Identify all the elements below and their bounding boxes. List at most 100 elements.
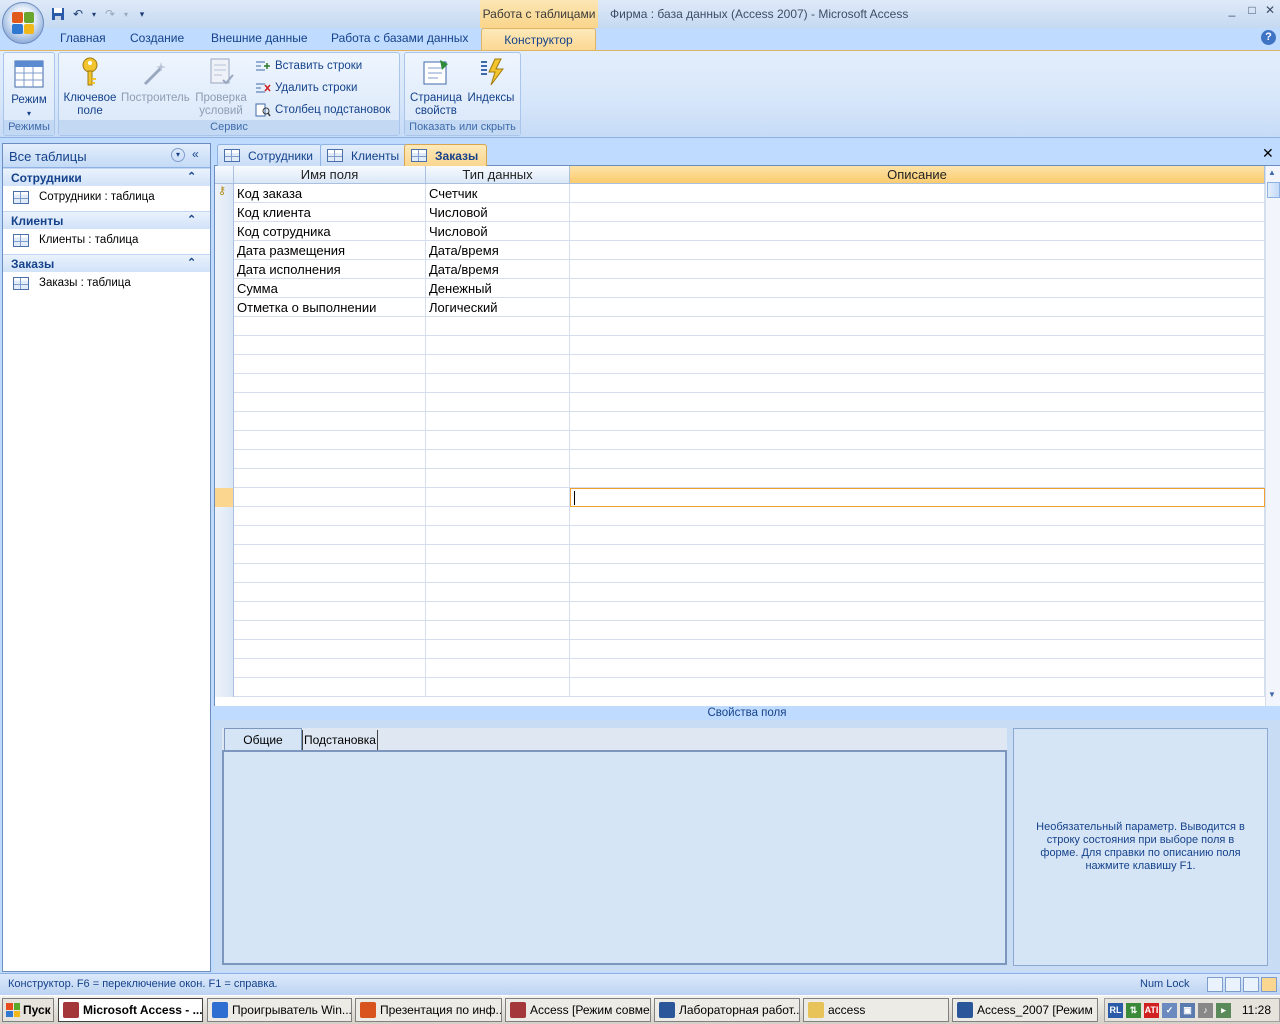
security-icon[interactable]: ✓ [1162,1002,1177,1018]
field-name-cell[interactable] [234,659,426,678]
indexes-button[interactable]: Индексы [465,56,517,105]
description-cell[interactable] [570,298,1265,317]
row-selector[interactable] [215,317,234,336]
field-name-cell[interactable]: Дата исполнения [234,260,426,279]
nav-group-orders[interactable]: Заказы ⌃ [3,254,210,272]
description-cell[interactable] [570,222,1265,241]
description-cell[interactable] [570,412,1265,431]
field-name-cell[interactable] [234,488,426,507]
description-cell[interactable] [570,678,1265,697]
description-cell[interactable] [570,241,1265,260]
field-name-cell[interactable] [234,507,426,526]
table-row[interactable] [215,469,1265,488]
data-type-cell[interactable] [426,431,570,450]
table-row[interactable] [215,545,1265,564]
table-row[interactable] [215,640,1265,659]
minimize-button[interactable]: _ [1222,3,1242,19]
row-selector[interactable] [215,640,234,659]
column-header-field-name[interactable]: Имя поля [234,166,426,184]
nav-group-employees[interactable]: Сотрудники ⌃ [3,168,210,186]
table-row[interactable] [215,526,1265,545]
view-button[interactable]: Режим ▾ [6,58,52,120]
table-row[interactable] [215,602,1265,621]
field-name-cell[interactable] [234,355,426,374]
network-icon[interactable]: ⇅ [1126,1002,1141,1018]
table-row[interactable]: Отметка о выполнении Логический [215,298,1265,317]
description-cell[interactable] [570,526,1265,545]
collapse-group-icon[interactable]: ⌃ [187,170,196,183]
data-type-cell[interactable] [426,412,570,431]
data-type-cell[interactable] [426,488,570,507]
description-cell[interactable] [570,583,1265,602]
table-row[interactable]: Дата размещения Дата/время [215,241,1265,260]
primary-key-button[interactable]: Ключевое поле [61,56,119,118]
customize-qat-icon[interactable]: ▾ [134,6,150,22]
description-cell[interactable] [570,564,1265,583]
tab-general[interactable]: Общие [224,728,302,750]
description-cell[interactable] [570,488,1265,507]
collapse-group-icon[interactable]: ⌃ [187,256,196,269]
table-row[interactable] [215,431,1265,450]
insert-rows-button[interactable]: Вставить строки [255,57,362,75]
row-selector[interactable] [215,355,234,374]
table-row[interactable] [215,317,1265,336]
ati-icon[interactable]: ATI [1144,1002,1159,1018]
doc-tab-clients[interactable]: Клиенты [320,144,409,166]
row-selector[interactable] [215,583,234,602]
shutter-bar-collapse-icon[interactable]: « [192,147,199,161]
office-button[interactable] [2,2,44,44]
table-row[interactable] [215,507,1265,526]
taskbar-button[interactable]: Microsoft Access - ... [58,998,203,1022]
data-type-cell[interactable]: Счетчик [426,184,570,203]
tab-create[interactable]: Создание [124,31,190,50]
data-type-cell[interactable] [426,545,570,564]
field-name-cell[interactable]: Дата размещения [234,241,426,260]
row-selector[interactable] [215,564,234,583]
table-row[interactable] [215,564,1265,583]
maximize-button[interactable]: □ [1242,3,1262,19]
taskbar-button[interactable]: Презентация по инф... [355,998,502,1022]
tab-lookup[interactable]: Подстановка [302,730,378,750]
description-cell[interactable] [570,355,1265,374]
row-selector[interactable] [215,526,234,545]
help-icon[interactable]: ? [1261,30,1276,45]
row-selector[interactable] [215,659,234,678]
description-cell[interactable] [570,450,1265,469]
volume-icon[interactable]: ♪ [1198,1002,1213,1018]
field-name-cell[interactable]: Код сотрудника [234,222,426,241]
collapse-group-icon[interactable]: ⌃ [187,213,196,226]
row-selector[interactable]: ⚷ [215,184,234,203]
field-name-cell[interactable] [234,374,426,393]
description-cell[interactable] [570,659,1265,678]
tab-database-tools[interactable]: Работа с базами данных [325,31,474,50]
table-row[interactable] [215,621,1265,640]
table-row[interactable]: Сумма Денежный [215,279,1265,298]
redo-dropdown-icon[interactable]: ▾ [122,6,130,22]
table-row[interactable] [215,583,1265,602]
data-type-cell[interactable] [426,678,570,697]
row-selector[interactable] [215,393,234,412]
table-row[interactable] [215,488,1265,507]
data-type-cell[interactable]: Числовой [426,222,570,241]
field-name-cell[interactable] [234,317,426,336]
row-selector[interactable] [215,298,234,317]
data-type-cell[interactable] [426,393,570,412]
description-cell[interactable] [570,279,1265,298]
tab-design[interactable]: Конструктор [481,28,596,52]
lookup-column-button[interactable]: Столбец подстановок [255,101,390,119]
data-type-cell[interactable] [426,317,570,336]
data-type-cell[interactable]: Дата/время [426,260,570,279]
field-name-cell[interactable] [234,526,426,545]
data-type-cell[interactable]: Числовой [426,203,570,222]
description-cell[interactable] [570,374,1265,393]
description-cell[interactable] [570,336,1265,355]
test-validation-button[interactable]: Проверка условий [191,56,251,118]
data-type-cell[interactable] [426,374,570,393]
pivot-table-view-icon[interactable] [1225,977,1241,992]
taskbar-button[interactable]: Лабораторная работ... [654,998,800,1022]
description-cell[interactable] [570,507,1265,526]
row-selector[interactable] [215,488,234,507]
row-selector[interactable] [215,431,234,450]
field-name-cell[interactable] [234,431,426,450]
description-cell[interactable] [570,184,1265,203]
